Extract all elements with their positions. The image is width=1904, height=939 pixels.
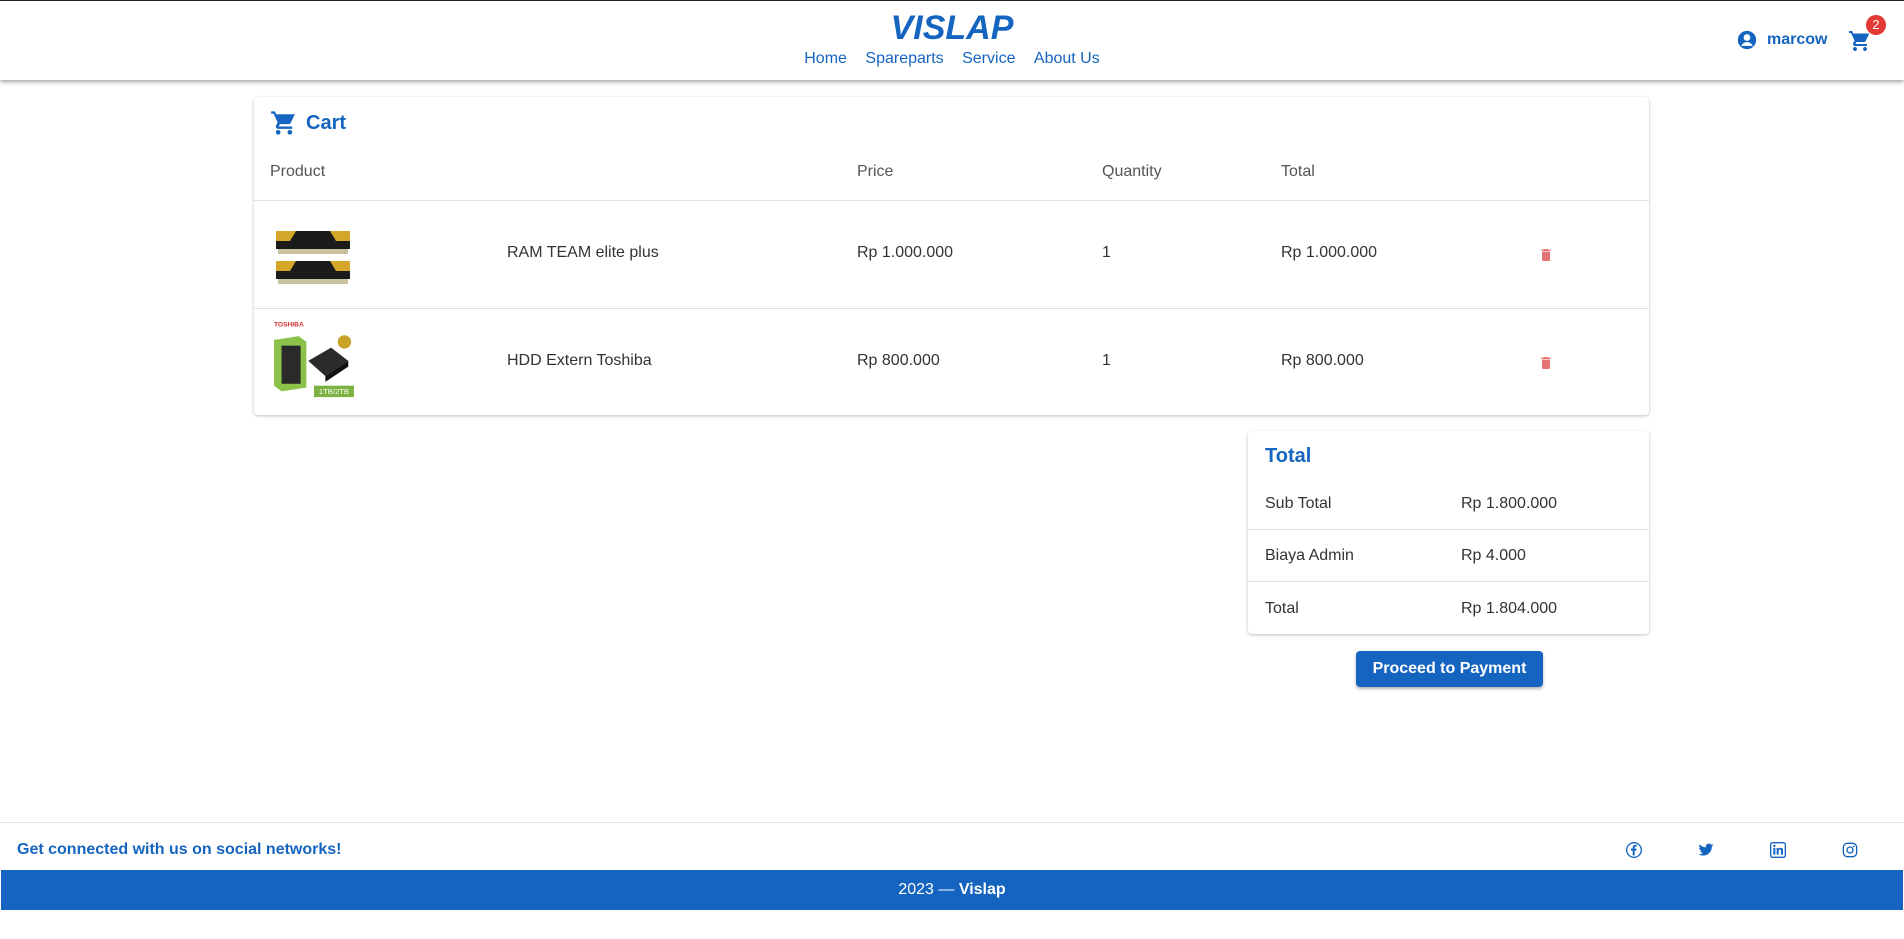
nav-spareparts[interactable]: Spareparts [865, 50, 943, 67]
product-name: RAM TEAM elite plus [507, 244, 659, 261]
product-total: Rp 800.000 [1281, 352, 1364, 369]
row-divider [254, 308, 1649, 309]
copyright-bar: 2023 — Vislap [1, 870, 1903, 910]
cart-card: Cart Product Price Quantity Total RAM TE… [254, 97, 1649, 415]
twitter-icon[interactable] [1698, 842, 1714, 858]
product-image-ram[interactable] [270, 217, 354, 297]
nav-home[interactable]: Home [804, 50, 847, 67]
summary-title: Total [1265, 445, 1312, 467]
column-header-price: Price [857, 163, 894, 180]
cart-title: Cart [270, 109, 346, 137]
subtotal-value: Rp 1.800.000 [1461, 495, 1558, 512]
admin-fee-value: Rp 4.000 [1461, 547, 1526, 564]
main-nav: Home Spareparts Service About Us [0, 50, 1904, 68]
nav-service[interactable]: Service [962, 50, 1015, 67]
column-header-quantity: Quantity [1102, 163, 1162, 180]
copyright-brand[interactable]: Vislap [959, 881, 1006, 898]
social-text: Get connected with us on social networks… [17, 841, 342, 858]
delete-icon[interactable] [1538, 246, 1554, 264]
product-total: Rp 1.000.000 [1281, 244, 1378, 261]
admin-fee-label: Biaya Admin [1265, 547, 1354, 564]
subtotal-label: Sub Total [1265, 495, 1332, 512]
svg-text:1TB/2TB: 1TB/2TB [319, 387, 349, 396]
product-quantity: 1 [1102, 244, 1111, 261]
product-price: Rp 1.000.000 [857, 244, 954, 261]
grand-total-label: Total [1265, 600, 1299, 617]
nav-about-us[interactable]: About Us [1034, 50, 1100, 67]
username: marcow [1767, 31, 1828, 48]
user-menu[interactable]: marcow [1737, 30, 1827, 50]
cart-icon[interactable] [1848, 29, 1872, 53]
product-quantity: 1 [1102, 352, 1111, 369]
cart-icon [271, 111, 295, 135]
svg-text:VISLAP: VISLAP [891, 9, 1014, 45]
vislap-logo[interactable]: VISLAP [876, 9, 1028, 45]
facebook-icon[interactable] [1626, 842, 1642, 858]
product-name: HDD Extern Toshiba [507, 352, 652, 369]
instagram-icon[interactable] [1842, 842, 1858, 858]
header-divider [254, 200, 1649, 201]
site-header: VISLAP Home Spareparts Service About Us … [0, 1, 1904, 80]
column-header-product: Product [270, 163, 326, 180]
grand-total-value: Rp 1.804.000 [1461, 600, 1558, 617]
cart-count-badge: 2 [1866, 15, 1886, 35]
social-bar: Get connected with us on social networks… [0, 822, 1904, 871]
copyright-year: 2023 — [898, 881, 959, 898]
order-summary-card: Total Sub Total Rp 1.800.000 Biaya Admin… [1248, 431, 1649, 634]
summary-divider [1248, 529, 1649, 530]
column-header-total: Total [1281, 163, 1315, 180]
account-circle-icon [1737, 30, 1757, 50]
linkedin-icon[interactable] [1770, 842, 1786, 858]
summary-divider [1248, 581, 1649, 582]
svg-text:TOSHIBA: TOSHIBA [274, 322, 304, 329]
product-image-hdd[interactable]: TOSHIBA 1TB/2TB [268, 319, 358, 399]
product-price: Rp 800.000 [857, 352, 940, 369]
delete-icon[interactable] [1538, 354, 1554, 372]
proceed-to-payment-button[interactable]: Proceed to Payment [1356, 651, 1543, 687]
cart-title-text: Cart [306, 111, 347, 134]
